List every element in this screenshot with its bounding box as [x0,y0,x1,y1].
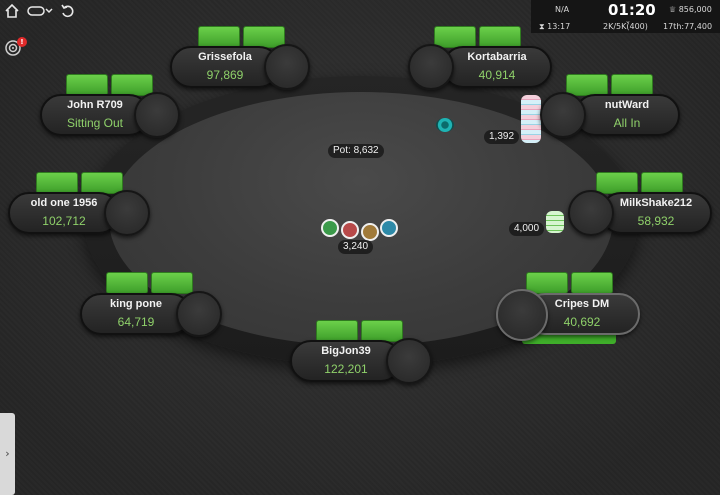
hole-cards [36,172,123,194]
hole-cards [66,74,153,96]
bet-amount-milkshake: 4,000 [509,222,545,236]
hole-cards [198,26,285,48]
card-back [316,320,358,342]
player-name: MilkShake212 [619,197,693,209]
avatar[interactable] [134,92,180,138]
blinds-level: 2K/5K(400) [603,22,648,31]
seat-milkshake212[interactable]: MilkShake212 58,932 [600,192,712,234]
chip-brown [361,223,379,241]
chevron-right-icon: › [5,447,10,460]
level-clock: 01:20 [608,1,656,19]
hole-cards [316,320,403,342]
chip-stack-nutward [521,95,541,143]
player-name: BigJon39 [321,345,371,357]
card-back [611,74,653,96]
card-back [66,74,108,96]
card-back [111,74,153,96]
card-back [361,320,403,342]
card-back [434,26,476,48]
center-bet-amount: 3,240 [338,240,374,254]
menu-dropdown-icon[interactable] [27,3,53,19]
dealer-button [436,118,454,132]
hole-cards [106,272,193,294]
chip-stack-milkshake [546,211,564,233]
card-back [36,172,78,194]
chip-red [341,221,359,239]
seat-nutward[interactable]: nutWard All In [574,94,680,136]
refresh-icon[interactable] [60,3,76,19]
player-name: old one 1956 [30,197,98,209]
info-na: N/A [555,5,570,14]
time-left: ⧗ 13:17 [539,22,571,31]
hole-cards [526,272,613,294]
notification-badge: ! [17,37,27,47]
player-stack: 40,914 [478,68,516,82]
card-back [198,26,240,48]
player-name: John R709 [67,99,123,111]
chip-green [321,219,339,237]
card-back [479,26,521,48]
player-name: nutWard [604,99,650,111]
avatar[interactable] [408,44,454,90]
player-stack: 64,719 [117,315,155,329]
prize-pool: ♕ 856,000 [669,5,712,14]
player-stack: All In [613,116,641,130]
player-stack: Sitting Out [66,116,124,130]
chip-teal [380,219,398,237]
avatar[interactable] [386,338,432,384]
player-name: king pone [110,298,162,310]
player-stack: 97,869 [206,68,244,82]
card-back [81,172,123,194]
card-back [151,272,193,294]
avatar[interactable] [176,291,222,337]
bet-amount-nutward: 1,392 [484,130,520,144]
hole-cards [434,26,521,48]
player-stack: 102,712 [42,214,86,228]
player-stack: 122,201 [324,362,368,376]
card-back [641,172,683,194]
hole-cards [566,74,653,96]
avatar[interactable] [104,190,150,236]
avatar[interactable] [264,44,310,90]
pot-label: Pot: 8,632 [328,144,384,158]
avatar[interactable] [568,190,614,236]
seat-kortabarria[interactable]: Kortabarria 40,914 [442,46,552,88]
home-icon[interactable] [4,3,20,19]
player-name: Grissefola [198,51,252,63]
card-back [106,272,148,294]
card-back [566,74,608,96]
card-back [571,272,613,294]
card-back [596,172,638,194]
avatar[interactable] [540,92,586,138]
side-panel-toggle[interactable]: › [0,413,15,495]
player-stack: 58,932 [637,214,675,228]
avatar[interactable] [496,289,548,341]
hole-cards [596,172,683,194]
tournament-info-panel: N/A 01:20 ⌄ ♕ 856,000 ⧗ 13:17 2K/5K(400)… [531,0,720,33]
player-name: Kortabarria [467,51,527,63]
player-position: 17th:77,400 [663,22,713,31]
